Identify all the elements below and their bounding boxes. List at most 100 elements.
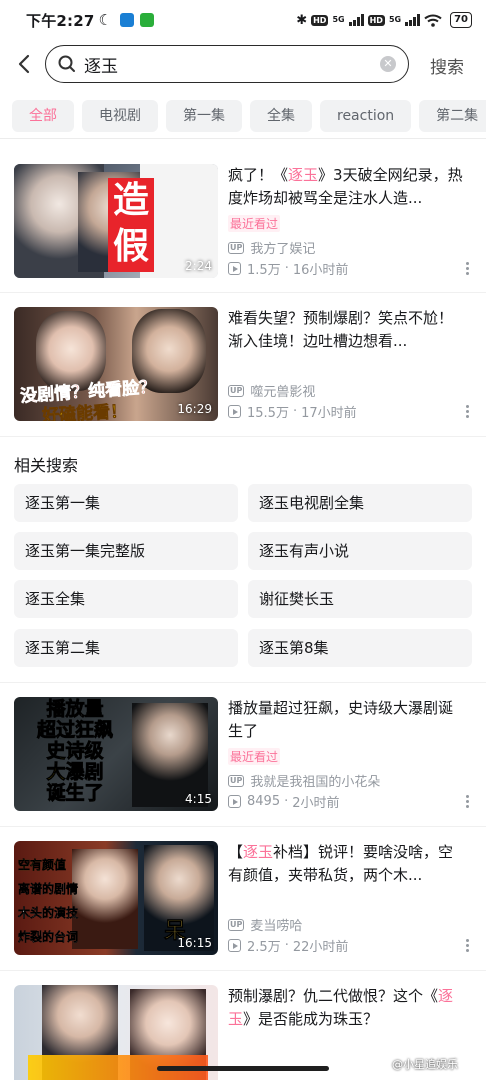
search-header: 逐玉 ✕ 搜索 bbox=[0, 44, 486, 84]
list-divider bbox=[0, 436, 486, 437]
title-highlight: 逐玉 bbox=[243, 843, 274, 861]
up-badge-icon: UP bbox=[228, 384, 245, 397]
video-card-3[interactable]: 播放量 超过狂飙 史诗级 大瀑剧 诞生了 4:15 播放量超过狂飙，史诗级大瀑剧… bbox=[14, 697, 472, 813]
play-count-icon bbox=[228, 405, 241, 418]
up-badge-icon: UP bbox=[228, 774, 245, 787]
uploader-name: 噬元兽影视 bbox=[250, 385, 316, 400]
title-text: 【 bbox=[228, 843, 244, 861]
status-bar: 下午2:27 ☾ ✱ HD 5G HD 5G 70 bbox=[0, 0, 486, 40]
more-icon[interactable] bbox=[466, 795, 470, 809]
network-type-1: 5G bbox=[332, 15, 345, 24]
overlay-line: 超过狂飙 bbox=[36, 719, 114, 741]
video-thumbnail[interactable]: 没剧情？纯看脸？ 好磕能看！ 16:29 bbox=[14, 307, 218, 421]
related-search-item[interactable]: 逐玉第一集完整版 bbox=[14, 532, 238, 570]
search-icon bbox=[58, 55, 75, 72]
tabs-divider bbox=[0, 138, 486, 139]
related-search-item[interactable]: 谢征樊长玉 bbox=[248, 580, 472, 618]
uploader-row[interactable]: UP 麦当唠哈 bbox=[228, 915, 302, 934]
related-search-item[interactable]: 逐玉第8集 bbox=[248, 629, 472, 667]
title-text-rest: 》是否能成为珠玉？ bbox=[243, 1010, 379, 1028]
uploader-row[interactable]: UP 噬元兽影视 bbox=[228, 381, 315, 400]
view-count: 15.5万 bbox=[247, 406, 289, 421]
publish-time: 22小时前 bbox=[292, 940, 349, 955]
video-thumbnail[interactable]: 空有颜值 离谱的剧情 木头的演技 炸裂的台词 呆 16:15 bbox=[14, 841, 218, 955]
overlay-line: 空有颜值 bbox=[18, 858, 67, 872]
wifi-icon bbox=[424, 14, 442, 27]
video-card-2[interactable]: 没剧情？纯看脸？ 好磕能看！ 16:29 难看失望？预制爆剧？笑点不尬！渐入佳境… bbox=[14, 307, 472, 423]
play-count-icon bbox=[228, 262, 241, 275]
moon-icon: ☾ bbox=[98, 11, 112, 29]
thumbnail-overlay-lines: 播放量 超过狂飙 史诗级 大瀑剧 诞生了 bbox=[20, 698, 130, 804]
view-count: 8495 bbox=[247, 794, 281, 809]
related-search-item[interactable]: 逐玉电视剧全集 bbox=[248, 484, 472, 522]
overlay-line: 木头的演技 bbox=[18, 906, 79, 920]
uploader-row[interactable]: UP 我方了娱记 bbox=[228, 238, 315, 257]
uploader-row[interactable]: UP 我就是我祖国的小花朵 bbox=[228, 771, 380, 790]
overlay-line: 史诗级 bbox=[46, 740, 104, 762]
up-badge-icon: UP bbox=[228, 918, 245, 931]
more-icon[interactable] bbox=[466, 262, 470, 276]
search-input[interactable]: 逐玉 ✕ bbox=[45, 45, 409, 83]
search-query[interactable]: 逐玉 bbox=[84, 52, 118, 77]
more-icon[interactable] bbox=[466, 939, 470, 953]
hd-badge-2: HD bbox=[367, 14, 385, 26]
more-icon[interactable] bbox=[466, 405, 470, 419]
video-title[interactable]: 【逐玉补档】锐评！要啥没啥，空有颜值，夹带私货，两个木... bbox=[228, 841, 464, 887]
status-time: 下午2:27 bbox=[26, 11, 95, 30]
related-search-title: 相关搜索 bbox=[14, 456, 79, 475]
video-title[interactable]: 难看失望？预制爆剧？笑点不尬！渐入佳境！边吐槽边想看... bbox=[228, 307, 464, 353]
overlay-line: 大瀑剧 bbox=[46, 761, 104, 783]
list-divider bbox=[0, 826, 486, 827]
tab-reaction[interactable]: reaction bbox=[320, 100, 412, 132]
view-count: 1.5万 bbox=[247, 263, 281, 278]
overlay-line: 播放量 bbox=[46, 698, 104, 720]
video-stats: 15.5万 · 17小时前 bbox=[228, 402, 357, 421]
clear-icon[interactable]: ✕ bbox=[380, 56, 396, 72]
up-badge-icon: UP bbox=[228, 241, 245, 254]
publish-time: 16小时前 bbox=[292, 263, 349, 278]
video-card-4[interactable]: 空有颜值 离谱的剧情 木头的演技 炸裂的台词 呆 16:15 【逐玉补档】锐评！… bbox=[14, 841, 472, 957]
network-type-2: 5G bbox=[388, 15, 402, 24]
video-thumbnail[interactable]: 造假 2:24 bbox=[14, 164, 218, 278]
search-button[interactable]: 搜索 bbox=[430, 53, 464, 78]
related-search-item[interactable]: 逐玉第一集 bbox=[14, 484, 238, 522]
tab-full-series[interactable]: 全集 bbox=[250, 100, 312, 132]
app-notification-icon bbox=[119, 13, 134, 27]
recently-watched-badge: 最近看过 bbox=[228, 748, 281, 765]
signal-bars-2-icon bbox=[405, 14, 421, 26]
overlay-line: 炸裂的台词 bbox=[18, 930, 79, 944]
home-gesture-bar[interactable] bbox=[157, 1066, 329, 1071]
related-search-item[interactable]: 逐玉全集 bbox=[14, 580, 238, 618]
tab-episode-1[interactable]: 第一集 bbox=[166, 100, 242, 132]
publish-time: 17小时前 bbox=[301, 406, 357, 421]
watermark: @小星追娱乐 bbox=[392, 1058, 458, 1071]
related-search-item[interactable]: 逐玉有声小说 bbox=[248, 532, 472, 570]
video-duration: 2:24 bbox=[185, 259, 212, 273]
tab-all[interactable]: 全部 bbox=[12, 100, 74, 132]
hd-badge-1: HD bbox=[311, 14, 329, 26]
tab-tv-series[interactable]: 电视剧 bbox=[82, 100, 158, 132]
uploader-name: 麦当唠哈 bbox=[250, 919, 303, 934]
title-text: 预制瀑剧？仇二代做恨？这个《 bbox=[228, 987, 439, 1005]
signal-bars-1-icon bbox=[348, 14, 364, 26]
related-search-item[interactable]: 逐玉第二集 bbox=[14, 629, 238, 667]
thumbnail-overlay-text-2: 好磕能看！ bbox=[41, 401, 128, 421]
tab-episode-2[interactable]: 第二集 bbox=[419, 100, 486, 132]
thumbnail-overlay-text: 造假 bbox=[108, 178, 154, 272]
uploader-name: 我方了娱记 bbox=[250, 242, 316, 257]
video-title[interactable]: 播放量超过狂飙，史诗级大瀑剧诞生了 bbox=[228, 697, 464, 743]
video-card-1[interactable]: 造假 2:24 疯了！《逐玉》3天破全网纪录，热度炸场却被骂全是注水人造... … bbox=[14, 164, 472, 280]
video-stats: 1.5万 · 16小时前 bbox=[228, 259, 348, 278]
play-count-icon bbox=[228, 939, 241, 952]
video-title[interactable]: 预制瀑剧？仇二代做恨？这个《逐玉》是否能成为珠玉？ bbox=[228, 985, 464, 1031]
title-text: 疯了！《 bbox=[228, 166, 289, 184]
video-stats: 2.5万 · 22小时前 bbox=[228, 936, 348, 955]
list-divider bbox=[0, 970, 486, 971]
video-title[interactable]: 疯了！《逐玉》3天破全网纪录，热度炸场却被骂全是注水人造... bbox=[228, 164, 464, 210]
thumbnail-overlay-lines: 空有颜值 离谱的剧情 木头的演技 炸裂的台词 bbox=[18, 853, 78, 949]
video-stats: 8495 · 2小时前 bbox=[228, 792, 340, 811]
battery-indicator: 70 bbox=[450, 12, 472, 28]
publish-time: 2小时前 bbox=[292, 796, 340, 811]
back-arrow-icon[interactable] bbox=[14, 52, 36, 76]
video-thumbnail[interactable]: 播放量 超过狂飙 史诗级 大瀑剧 诞生了 4:15 bbox=[14, 697, 218, 811]
